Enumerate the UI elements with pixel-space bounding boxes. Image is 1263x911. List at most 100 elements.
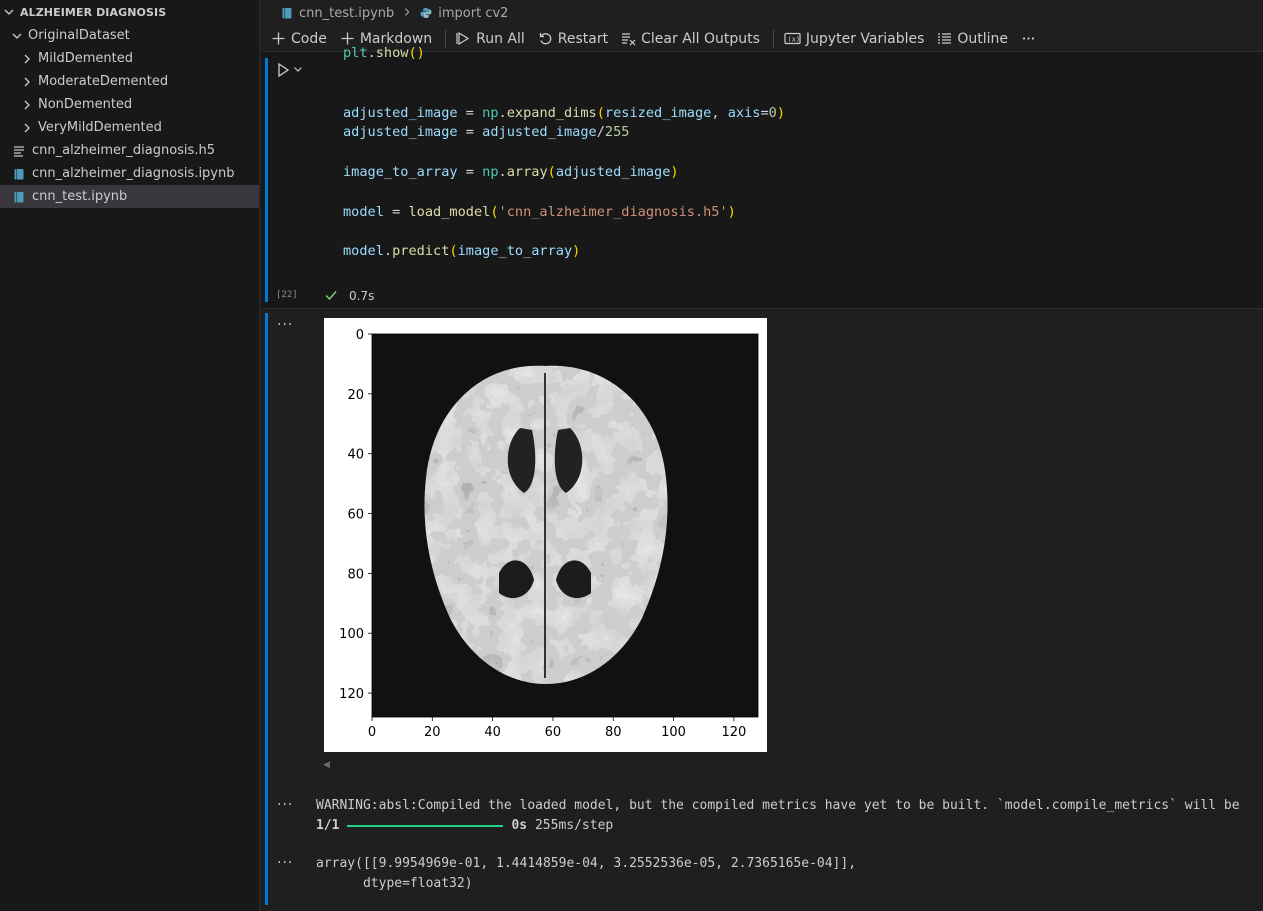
- run-all-icon: [456, 31, 471, 46]
- notebook-file-icon: [281, 7, 293, 19]
- array-output-line: array([[9.9954969e-01, 1.4414859e-04, 3.…: [316, 856, 857, 871]
- folder-label: NonDemented: [38, 97, 133, 112]
- file-label: cnn_test.ipynb: [32, 189, 128, 204]
- progress-step: 1/1: [316, 818, 340, 833]
- file-cnn-test-ipynb[interactable]: cnn_test.ipynb: [0, 185, 259, 208]
- output-actions-icon[interactable]: ···: [277, 797, 293, 813]
- y-tick-label: 40: [347, 448, 364, 463]
- progress-bar: [347, 824, 504, 827]
- jupyter-variables-label: Jupyter Variables: [805, 30, 925, 47]
- cell-focus-indicator: [265, 58, 268, 302]
- x-axis: 0 20 40 60 80 100 120: [368, 717, 746, 740]
- more-actions-button[interactable]: [1021, 31, 1036, 46]
- x-tick-label: 80: [605, 725, 622, 740]
- warning-text: WARNING:absl:Compiled the loaded model, …: [316, 798, 1240, 813]
- chevron-down-icon: [2, 5, 16, 19]
- y-tick-label: 20: [347, 388, 364, 403]
- add-code-label: Code: [291, 30, 327, 47]
- cell-output-area: ··· 0 20 40 60 80 100 120 0 20 40 60 80 …: [261, 309, 1263, 911]
- y-tick-label: 60: [347, 508, 364, 523]
- text-file-icon: [12, 144, 26, 158]
- outline-label: Outline: [957, 30, 1009, 47]
- restart-button[interactable]: Restart: [538, 31, 608, 47]
- explorer-section-header[interactable]: ALZHEIMER DIAGNOSIS: [0, 0, 259, 24]
- folder-nondemented[interactable]: NonDemented: [0, 93, 259, 116]
- toolbar-divider: [772, 29, 774, 48]
- breadcrumb-symbol[interactable]: import cv2: [420, 6, 508, 21]
- file-label: cnn_alzheimer_diagnosis.h5: [32, 143, 215, 158]
- clear-all-icon: [621, 31, 636, 46]
- output-focus-indicator: [265, 313, 268, 905]
- clear-all-outputs-button[interactable]: Clear All Outputs: [621, 31, 760, 47]
- file-label: cnn_alzheimer_diagnosis.ipynb: [32, 166, 235, 181]
- notebook-file-icon: [12, 190, 26, 204]
- folder-label: OriginalDataset: [28, 28, 130, 43]
- y-tick-label: 120: [339, 687, 364, 702]
- add-code-cell-button[interactable]: Code: [271, 31, 327, 47]
- breadcrumb-symbol-label: import cv2: [438, 5, 509, 21]
- progress-rate: 255ms/step: [527, 818, 614, 833]
- code-line[interactable]: plt.show(): [343, 45, 425, 61]
- code-line[interactable]: adjusted_image = adjusted_image/255: [343, 124, 629, 140]
- output-actions-icon[interactable]: ···: [277, 855, 293, 871]
- svg-text:(x): (x): [787, 36, 800, 44]
- file-cnn-h5[interactable]: cnn_alzheimer_diagnosis.h5: [0, 139, 259, 162]
- x-tick-label: 100: [661, 725, 686, 740]
- chevron-right-icon: [20, 52, 34, 66]
- code-line[interactable]: model.predict(image_to_array): [343, 243, 580, 259]
- chevron-right-icon: [20, 98, 34, 112]
- variables-icon: (x): [784, 31, 801, 46]
- x-tick-label: 120: [721, 725, 746, 740]
- check-icon: [325, 291, 337, 301]
- code-cell[interactable]: plt.show() adjusted_image = np.expand_di…: [261, 45, 1263, 309]
- y-tick-label: 0: [356, 328, 364, 343]
- outline-button[interactable]: Outline: [937, 31, 1008, 47]
- x-tick-label: 0: [368, 725, 376, 740]
- folder-originaldataset[interactable]: OriginalDataset: [0, 24, 259, 47]
- code-line[interactable]: adjusted_image = np.expand_dims(resized_…: [343, 105, 785, 121]
- folder-label: MildDemented: [38, 51, 133, 66]
- folder-label: VeryMildDemented: [38, 120, 162, 135]
- image-plot: 0 20 40 60 80 100 120 0 20 40 60 80 100 120: [339, 328, 759, 740]
- restart-icon: [538, 31, 553, 46]
- notebook-file-icon: [12, 167, 26, 181]
- clear-all-outputs-label: Clear All Outputs: [641, 30, 760, 47]
- python-icon: [420, 7, 432, 19]
- progress-line: 1/1 0s 255ms/step: [316, 818, 613, 833]
- progress-time: 0s: [511, 818, 528, 833]
- file-cnn-ipynb[interactable]: cnn_alzheimer_diagnosis.ipynb: [0, 162, 259, 185]
- chevron-right-icon: [402, 6, 412, 21]
- jupyter-variables-button[interactable]: (x) Jupyter Variables: [784, 31, 924, 47]
- breadcrumb-file[interactable]: cnn_test.ipynb: [281, 6, 394, 21]
- chevron-right-icon: [20, 121, 34, 135]
- y-tick-label: 80: [347, 567, 364, 582]
- execution-count: [22]: [276, 290, 298, 300]
- run-all-label: Run All: [476, 30, 525, 47]
- code-line[interactable]: model = load_model('cnn_alzheimer_diagno…: [343, 204, 736, 220]
- folder-moderatedemented[interactable]: ModerateDemented: [0, 70, 259, 93]
- folder-milddemented[interactable]: MildDemented: [0, 47, 259, 70]
- chevron-down-icon: [10, 29, 24, 43]
- chevron-down-icon[interactable]: [293, 64, 303, 74]
- plus-icon: [271, 31, 286, 46]
- code-line[interactable]: image_to_array = np.array(adjusted_image…: [343, 164, 679, 180]
- run-all-button[interactable]: Run All: [456, 31, 525, 47]
- breadcrumb: cnn_test.ipynb import cv2: [261, 0, 1263, 26]
- output-actions-icon[interactable]: ···: [277, 317, 293, 333]
- scroll-left-icon[interactable]: ◀: [323, 760, 330, 770]
- list-icon: [937, 31, 952, 46]
- more-icon: [1021, 31, 1036, 46]
- explorer-title: ALZHEIMER DIAGNOSIS: [20, 5, 167, 19]
- y-axis: 0 20 40 60 80 100 120: [339, 328, 372, 702]
- array-output-line: dtype=float32): [316, 876, 473, 891]
- toolbar-divider: [445, 29, 447, 48]
- explorer-sidebar: ALZHEIMER DIAGNOSIS OriginalDataset Mild…: [0, 0, 260, 911]
- x-tick-label: 60: [545, 725, 562, 740]
- image-plot-output: 0 20 40 60 80 100 120 0 20 40 60 80 100 120: [324, 318, 767, 752]
- x-tick-label: 20: [424, 725, 441, 740]
- x-tick-label: 40: [484, 725, 501, 740]
- run-cell-icon[interactable]: [275, 62, 291, 78]
- folder-verymilddemented[interactable]: VeryMildDemented: [0, 116, 259, 139]
- plus-icon: [340, 31, 355, 46]
- folder-label: ModerateDemented: [38, 74, 169, 89]
